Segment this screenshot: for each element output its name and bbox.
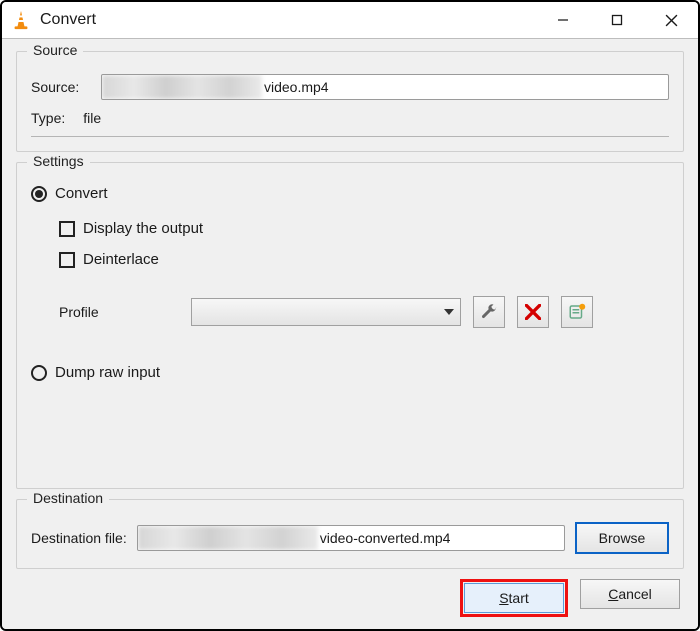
source-group: Source Source: video.mp4 Type: file: [16, 51, 684, 152]
display-output-checkbox[interactable]: Display the output: [59, 220, 669, 237]
destination-group: Destination Destination file: video-conv…: [16, 499, 684, 569]
source-input[interactable]: video.mp4: [101, 74, 669, 100]
convert-options: Display the output Deinterlace: [31, 220, 669, 268]
convert-dialog: Convert Source Source: video.mp4: [0, 0, 700, 631]
type-label: Type:: [31, 110, 65, 126]
convert-radio[interactable]: Convert: [31, 185, 669, 202]
new-profile-button[interactable]: [561, 296, 593, 328]
window-title: Convert: [40, 11, 536, 29]
destination-group-label: Destination: [27, 490, 109, 506]
wrench-icon: [480, 303, 498, 321]
chevron-down-icon: [444, 304, 454, 320]
settings-group: Settings Convert Display the output Dein…: [16, 162, 684, 489]
destination-input-value: video-converted.mp4: [318, 530, 457, 546]
destination-label: Destination file:: [31, 530, 127, 546]
source-row: Source: video.mp4: [31, 74, 669, 100]
type-value: file: [83, 110, 101, 126]
redacted-path-segment: [138, 526, 318, 550]
close-button[interactable]: [644, 2, 698, 38]
minimize-button[interactable]: [536, 2, 590, 38]
window-controls: [536, 2, 698, 38]
type-row: Type: file: [31, 110, 669, 137]
maximize-button[interactable]: [590, 2, 644, 38]
profile-label: Profile: [59, 304, 179, 320]
destination-row: Destination file: video-converted.mp4 Br…: [31, 522, 669, 554]
checkbox-empty-icon: [59, 252, 75, 268]
dialog-button-row: Start Cancel: [16, 579, 684, 617]
cancel-button[interactable]: Cancel: [580, 579, 680, 609]
source-group-label: Source: [27, 42, 83, 58]
convert-radio-label: Convert: [55, 185, 108, 202]
source-input-value: video.mp4: [262, 79, 335, 95]
dump-raw-radio[interactable]: Dump raw input: [31, 364, 669, 381]
vlc-cone-icon: [10, 9, 32, 31]
browse-button[interactable]: Browse: [575, 522, 669, 554]
settings-group-label: Settings: [27, 153, 90, 169]
start-button-label: Start: [499, 590, 529, 606]
profile-row: Profile: [59, 296, 669, 328]
delete-profile-button[interactable]: [517, 296, 549, 328]
checkbox-empty-icon: [59, 221, 75, 237]
browse-button-label: Browse: [599, 530, 646, 546]
client-area: Source Source: video.mp4 Type: file Sett…: [2, 39, 698, 629]
titlebar: Convert: [2, 2, 698, 39]
delete-x-icon: [525, 304, 541, 320]
destination-input[interactable]: video-converted.mp4: [137, 525, 565, 551]
radio-selected-icon: [31, 186, 47, 202]
redacted-path-segment: [102, 75, 262, 99]
deinterlace-checkbox[interactable]: Deinterlace: [59, 251, 669, 268]
start-button-highlight: Start: [460, 579, 568, 617]
edit-profile-button[interactable]: [473, 296, 505, 328]
dump-raw-label: Dump raw input: [55, 364, 160, 381]
radio-empty-icon: [31, 365, 47, 381]
display-output-label: Display the output: [83, 220, 203, 237]
cancel-button-label: Cancel: [608, 586, 652, 602]
deinterlace-label: Deinterlace: [83, 251, 159, 268]
profile-dropdown[interactable]: [191, 298, 461, 326]
new-profile-icon: [568, 303, 586, 321]
source-field-label: Source:: [31, 79, 91, 95]
start-button[interactable]: Start: [464, 583, 564, 613]
